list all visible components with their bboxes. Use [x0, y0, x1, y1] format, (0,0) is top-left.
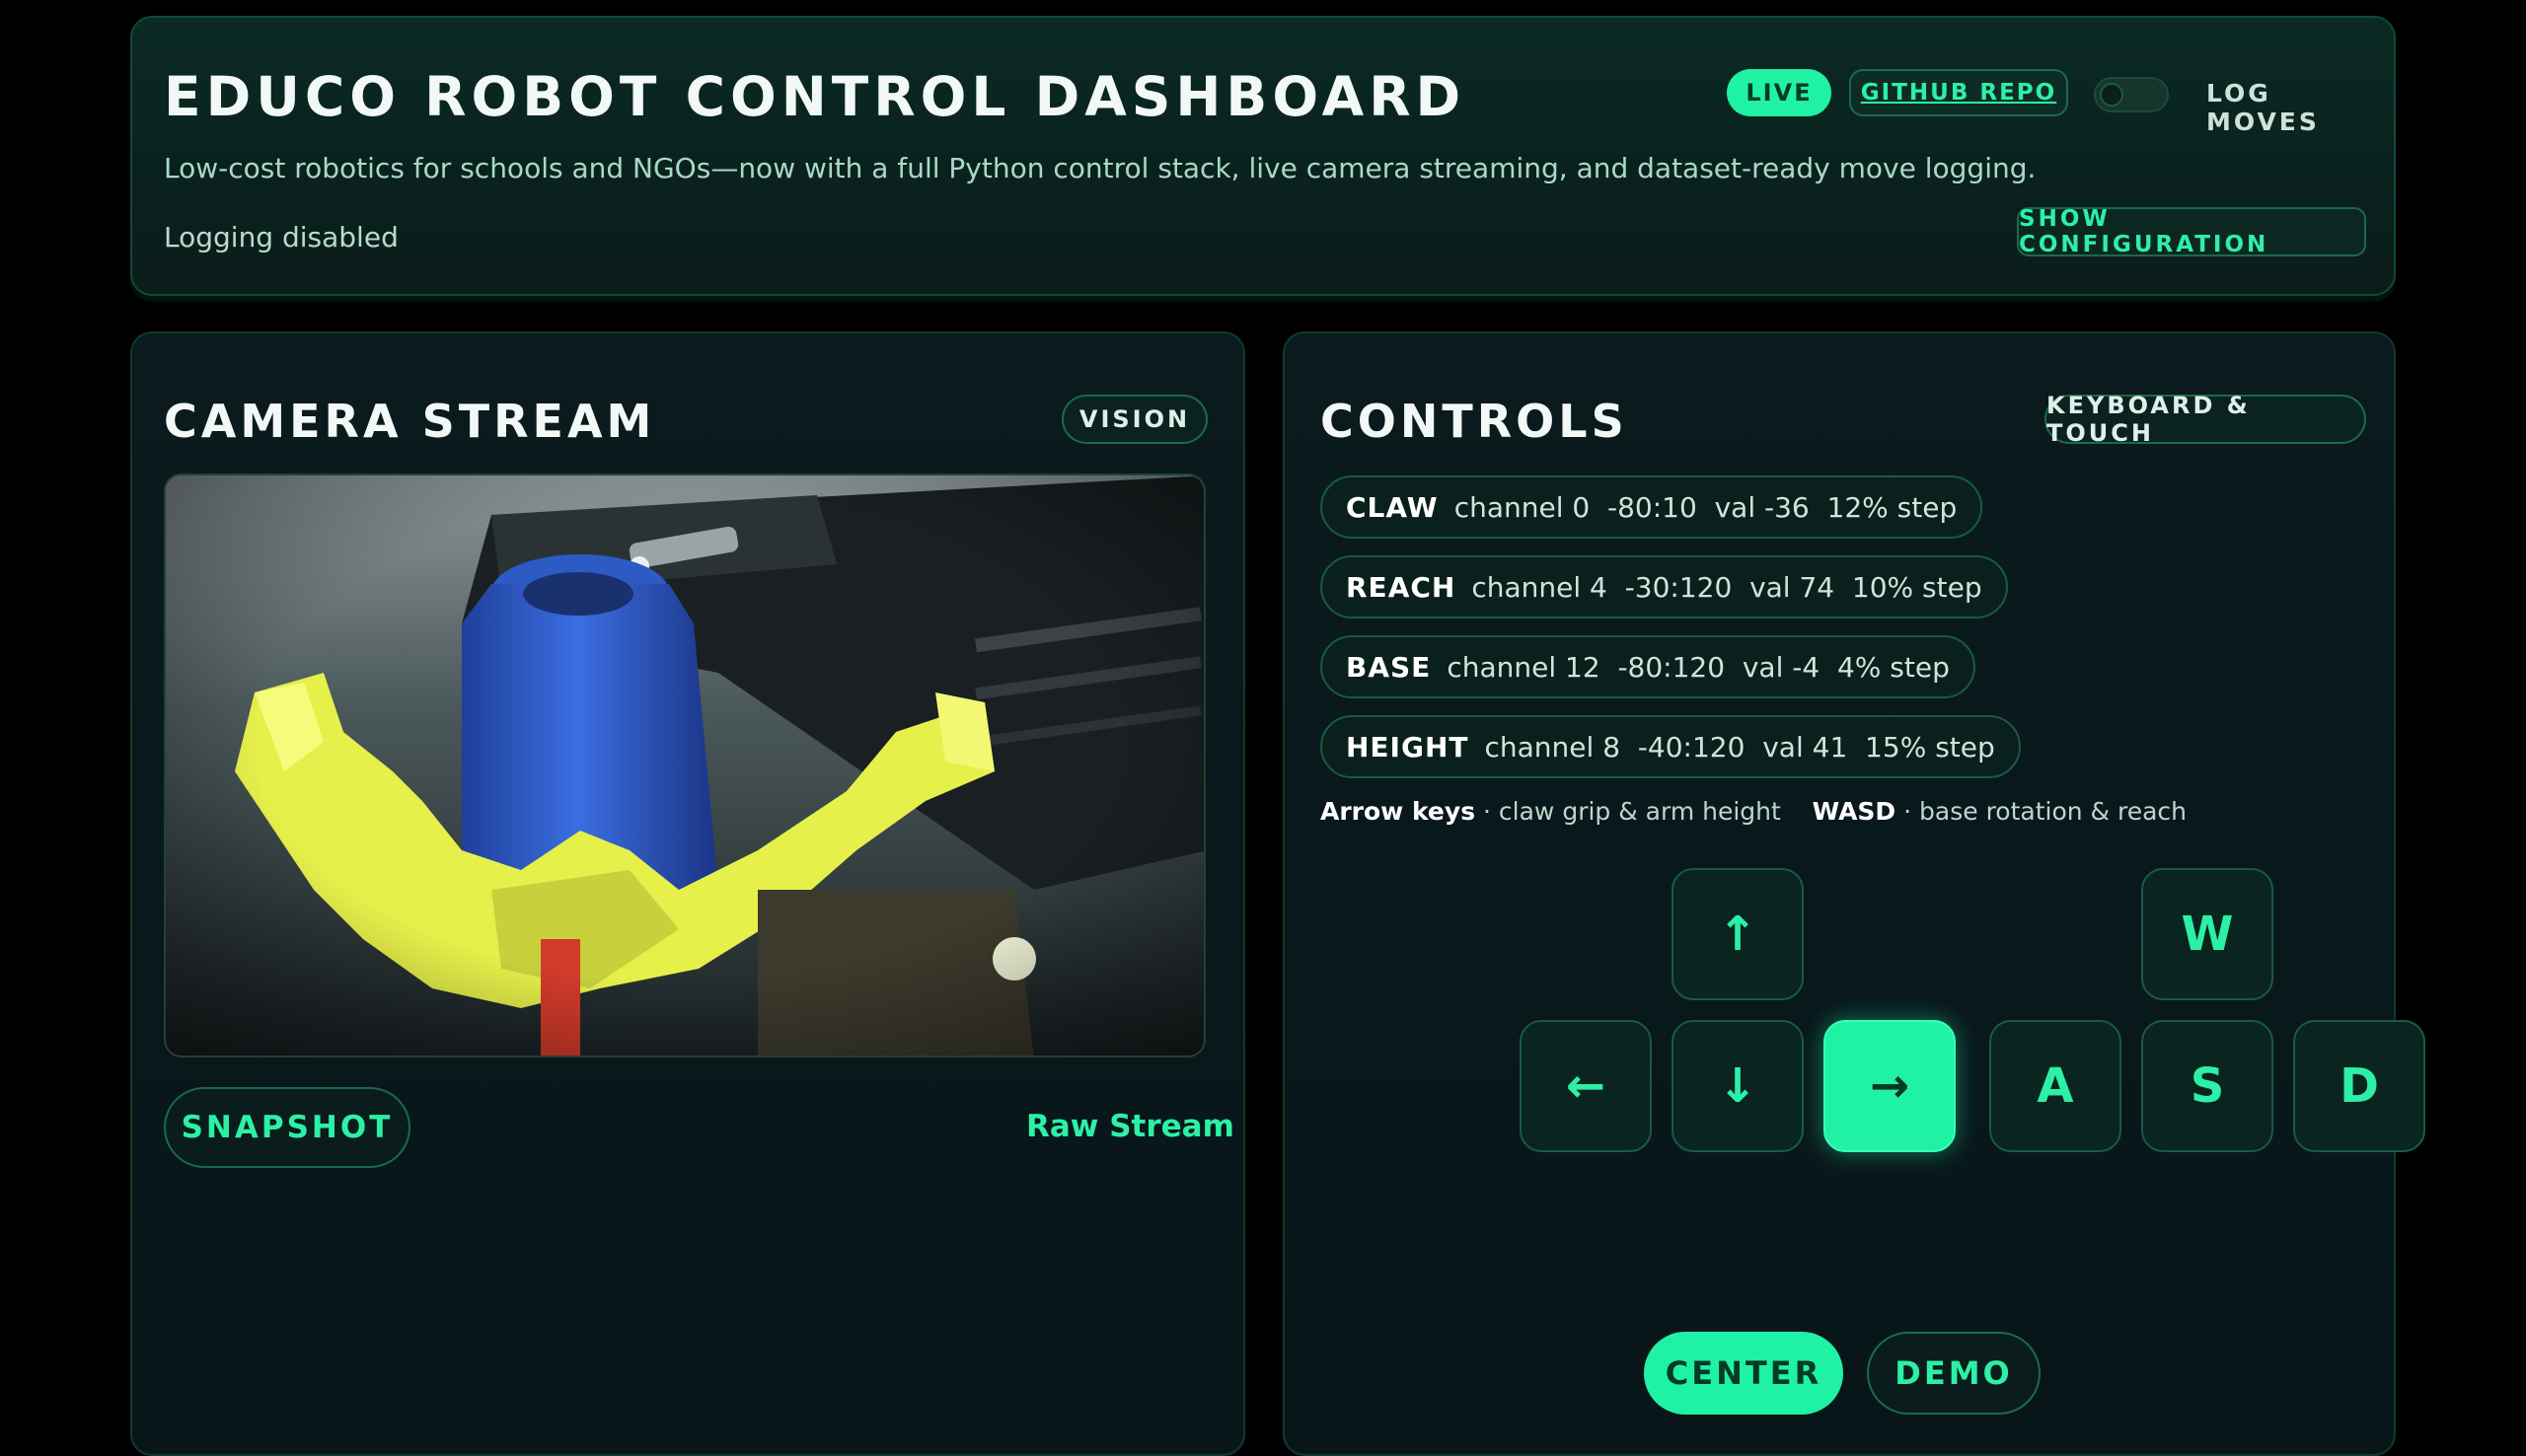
camera-card: CAMERA STREAM VISION SNAPSHOT Raw Stream — [130, 331, 1245, 1456]
joint-name: CLAW — [1346, 490, 1439, 524]
joint-chip-height: HEIGHT channel 8 -40:120 val 41 15% step — [1320, 715, 2021, 778]
live-badge: LIVE — [1727, 69, 1831, 116]
hint-wasd-desc: · base rotation & reach — [1895, 797, 2188, 826]
show-configuration-button[interactable]: SHOW CONFIGURATION — [2017, 206, 2366, 257]
camera-frame-image — [166, 475, 1204, 1056]
vision-tag: VISION — [1062, 395, 1208, 444]
d-key[interactable]: D — [2293, 1020, 2425, 1152]
joint-chip-claw: CLAW channel 0 -80:10 val -36 12% step — [1320, 475, 1983, 539]
joint-details: channel 8 -40:120 val 41 15% step — [1484, 730, 1995, 764]
hint-wasd-key: WASD — [1812, 797, 1896, 826]
arrow-right-key[interactable]: → — [1823, 1020, 1956, 1152]
joint-details: channel 12 -80:120 val -4 4% step — [1447, 650, 1950, 684]
log-moves-label: LOG MOVES — [2206, 79, 2320, 136]
a-key[interactable]: A — [1989, 1020, 2121, 1152]
camera-stream-view — [164, 473, 1206, 1057]
dashboard: EDUCO ROBOT CONTROL DASHBOARD LIVE GITHU… — [130, 16, 2425, 1456]
github-repo-link[interactable]: GITHUB REPO — [1849, 69, 2068, 116]
joint-name: REACH — [1346, 570, 1456, 604]
snapshot-button[interactable]: SNAPSHOT — [164, 1087, 410, 1168]
raw-stream-toggle[interactable]: Raw Stream — [1026, 1109, 1234, 1144]
arrow-up-key[interactable]: ↑ — [1672, 868, 1804, 1000]
page-title: EDUCO ROBOT CONTROL DASHBOARD — [164, 65, 1466, 128]
keyboard-touch-tag: KEYBOARD & TOUCH — [2044, 392, 2366, 447]
joint-chip-base: BASE channel 12 -80:120 val -4 4% step — [1320, 635, 1975, 698]
arrow-left-key[interactable]: ← — [1520, 1020, 1652, 1152]
controls-hint: Arrow keys · claw grip & arm height WASD… — [1320, 797, 2187, 826]
hint-arrows-key: Arrow keys — [1320, 797, 1476, 826]
center-button[interactable]: CENTER — [1644, 1332, 1843, 1415]
joint-chip-reach: REACH channel 4 -30:120 val 74 10% step — [1320, 555, 2008, 619]
hint-arrows-desc: · claw grip & arm height — [1475, 797, 1781, 826]
joint-details: channel 4 -30:120 val 74 10% step — [1471, 570, 1982, 604]
logging-status: Logging disabled — [164, 221, 399, 254]
log-moves-toggle[interactable] — [2094, 77, 2169, 112]
arrow-down-key[interactable]: ↓ — [1672, 1020, 1804, 1152]
camera-title: CAMERA STREAM — [164, 395, 656, 448]
header-card: EDUCO ROBOT CONTROL DASHBOARD LIVE GITHU… — [130, 16, 2396, 296]
w-key[interactable]: W — [2141, 868, 2273, 1000]
controls-title: CONTROLS — [1320, 395, 1628, 448]
joint-name: BASE — [1346, 650, 1432, 684]
controls-card: CONTROLS KEYBOARD & TOUCH CLAW channel 0… — [1283, 331, 2425, 1456]
s-key[interactable]: S — [2141, 1020, 2273, 1152]
demo-button[interactable]: DEMO — [1867, 1332, 2041, 1415]
page-subtitle: Low-cost robotics for schools and NGOs—n… — [164, 152, 2037, 184]
joint-name: HEIGHT — [1346, 730, 1469, 764]
toggle-knob — [2100, 83, 2123, 107]
joint-details: channel 0 -80:10 val -36 12% step — [1453, 490, 1958, 524]
